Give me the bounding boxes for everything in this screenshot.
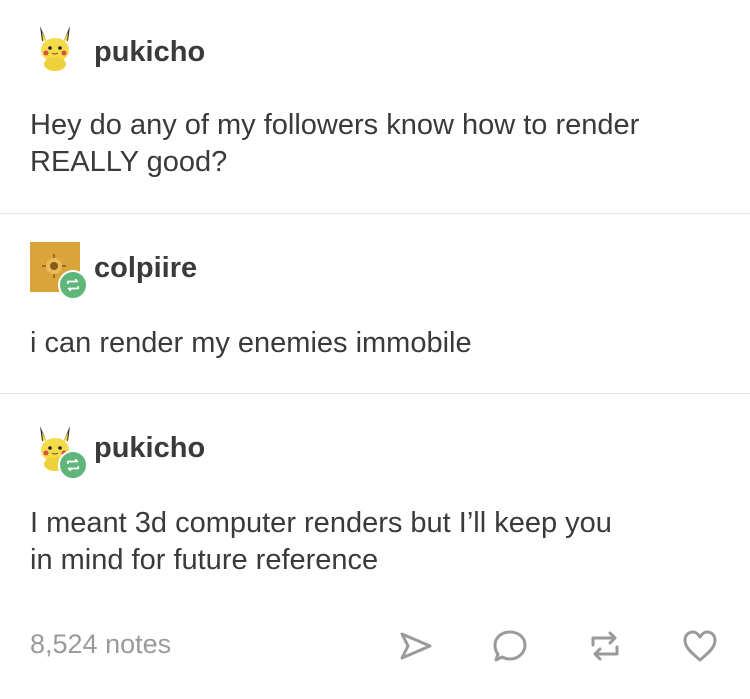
pikachu-avatar-icon[interactable] <box>30 22 80 72</box>
username[interactable]: pukicho <box>94 36 205 69</box>
reblog-badge-icon <box>58 270 88 300</box>
username[interactable]: colpiire <box>94 252 197 285</box>
reblog-badge-icon <box>58 450 88 480</box>
share-icon[interactable] <box>396 626 436 666</box>
text-line: REALLY good? <box>30 146 228 178</box>
reply-icon[interactable] <box>490 626 530 666</box>
reblog-icon[interactable] <box>585 626 625 666</box>
divider <box>0 393 750 394</box>
post-text: I meant 3d computer renders but I’ll kee… <box>30 505 730 579</box>
notes-count[interactable]: 8,524 notes <box>30 629 171 660</box>
text-line: i can render my enemies immobile <box>30 327 472 359</box>
text-line: in mind for future reference <box>30 544 379 576</box>
post-text: Hey do any of my followers know how to r… <box>30 107 730 181</box>
text-line: I meant 3d computer renders but I’ll kee… <box>30 507 612 539</box>
divider <box>0 213 750 214</box>
like-icon[interactable] <box>680 626 720 666</box>
post-text: i can render my enemies immobile <box>30 325 730 362</box>
text-line: Hey do any of my followers know how to r… <box>30 109 640 141</box>
username[interactable]: pukicho <box>94 432 205 465</box>
